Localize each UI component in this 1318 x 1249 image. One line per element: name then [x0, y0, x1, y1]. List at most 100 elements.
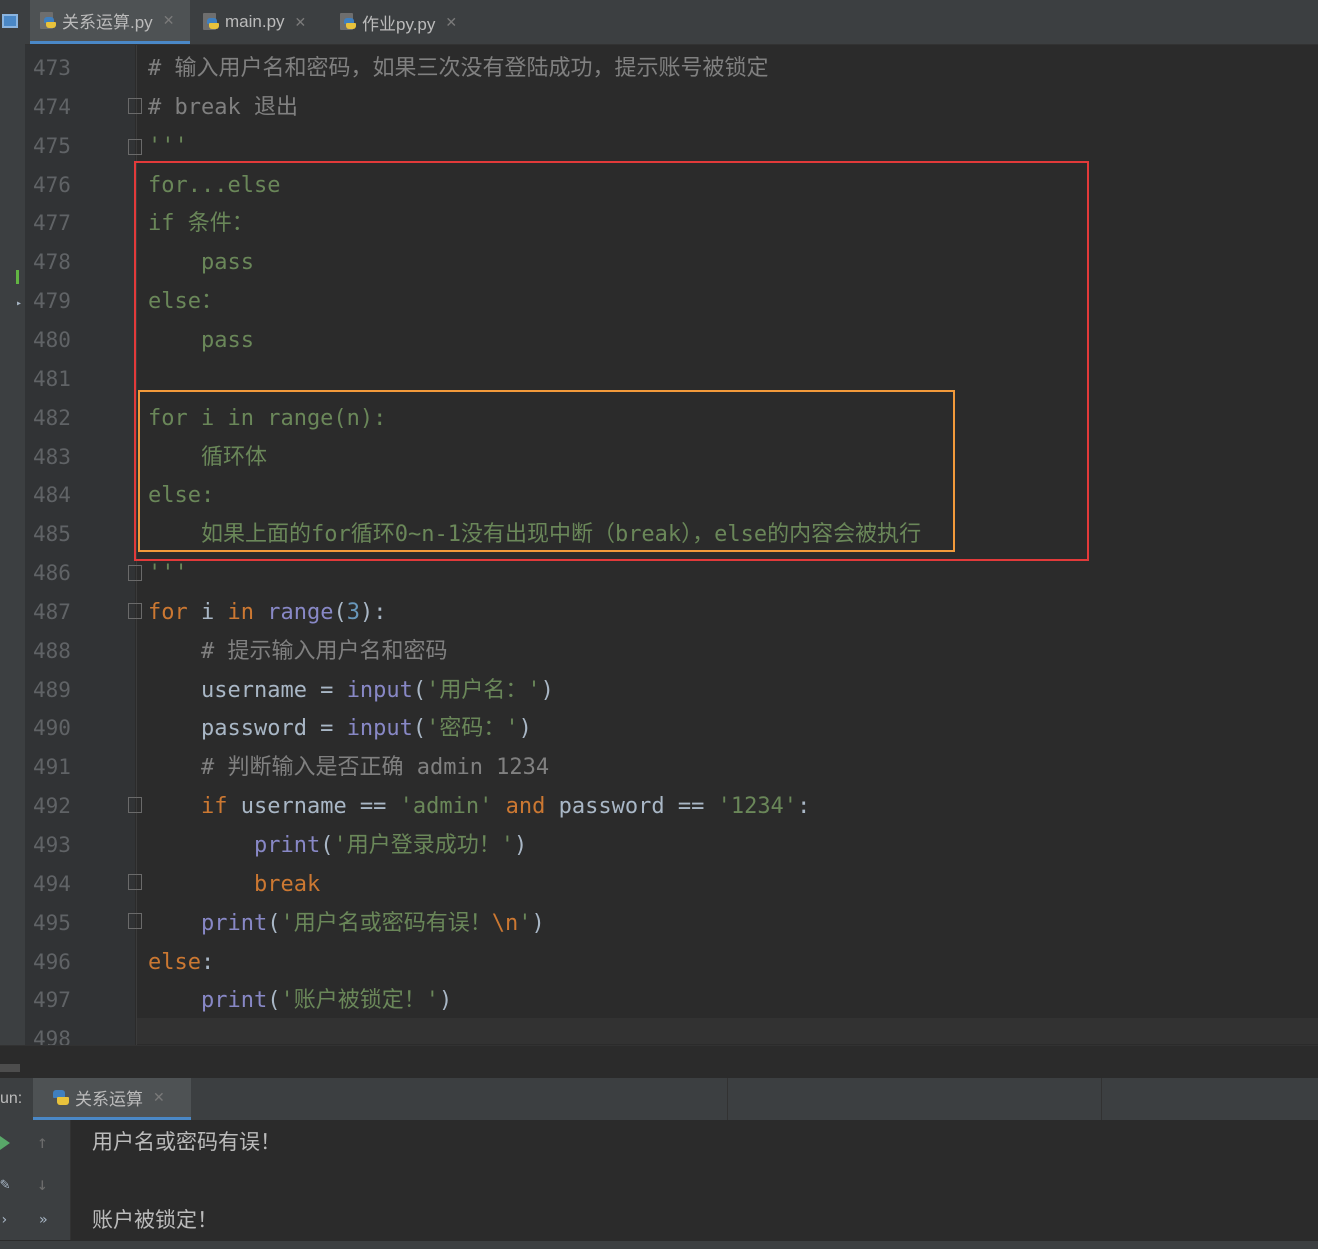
code-text: # 输入用户名和密码，如果三次没有登陆成功，提示账号被锁定 [148, 49, 769, 88]
close-icon[interactable]: ✕ [163, 12, 175, 29]
code-text: # 提示输入用户名和密码 [148, 632, 448, 671]
tab-homework[interactable]: 作业py.py ✕ [330, 0, 480, 44]
wrench-icon[interactable]: ✎ [0, 1174, 10, 1193]
run-tab[interactable]: 关系运算 ✕ [33, 1078, 191, 1120]
code-line[interactable]: 490 password = input('密码：') [0, 709, 1318, 748]
rerun-icon[interactable] [0, 1136, 10, 1150]
fold-marker-icon[interactable] [128, 913, 142, 929]
run-tab-label: 关系运算 [75, 1090, 143, 1109]
code-token: and [505, 794, 546, 820]
line-number: 482 [33, 405, 71, 430]
code-line[interactable]: 493 print('用户登录成功！') [0, 826, 1318, 865]
code-token: # 提示输入用户名和密码 [148, 638, 448, 664]
code-line[interactable]: 491 # 判断输入是否正确 admin 1234 [0, 748, 1318, 787]
code-token: ) [531, 910, 545, 936]
line-number: 484 [33, 483, 71, 508]
code-token: # 判断输入是否正确 admin 1234 [148, 755, 550, 781]
code-token: range [267, 599, 334, 625]
code-token: print [200, 988, 268, 1014]
run-label: un: [0, 1090, 23, 1107]
line-number: 480 [33, 327, 71, 352]
code-token: ): [359, 599, 387, 625]
fold-marker-icon[interactable] [128, 797, 142, 813]
code-token: '1234' [717, 794, 798, 820]
line-number: 495 [33, 910, 71, 935]
code-line[interactable]: 497 print('账户被锁定！') [0, 981, 1318, 1020]
close-icon[interactable]: ✕ [153, 1089, 165, 1106]
code-line[interactable]: 494 break [0, 865, 1318, 904]
horizontal-scrollbar[interactable] [0, 1045, 1318, 1076]
code-line[interactable]: 487 for i in range(3): [0, 593, 1318, 632]
line-number: 488 [33, 638, 71, 663]
code-token: password == [545, 794, 718, 820]
line-number: 483 [33, 444, 71, 469]
python-icon [53, 1089, 69, 1107]
line-number: 494 [33, 871, 71, 896]
tab-label: main.py [225, 12, 285, 31]
code-line[interactable]: 475 ''' [0, 127, 1318, 166]
code-token: break [253, 871, 321, 897]
divider [727, 1078, 728, 1120]
code-token: '用户登录成功！' [333, 833, 514, 858]
fold-marker-icon[interactable] [128, 874, 142, 890]
close-icon[interactable]: ✕ [295, 14, 307, 31]
code-line[interactable]: 496 else: [0, 943, 1318, 982]
code-text: if username == 'admin' and password == '… [148, 787, 810, 826]
code-token: password = [148, 716, 347, 742]
fold-marker-icon[interactable] [128, 565, 142, 581]
code-text: break [148, 865, 320, 904]
run-tools: ↑ ↓ » [25, 1120, 71, 1240]
code-line[interactable]: 474 # break 退出 [0, 88, 1318, 127]
line-number: 479 [33, 289, 71, 314]
code-token: # 输入用户名和密码，如果三次没有登陆成功，提示账号被锁定 [148, 56, 769, 81]
code-token: 'admin' [399, 794, 493, 820]
chevron-right-icon[interactable]: › [0, 1212, 8, 1228]
code-line[interactable]: 495 print('用户名或密码有误！\n') [0, 904, 1318, 943]
arrow-down-icon[interactable]: ↓ [37, 1174, 48, 1195]
line-number: 473 [33, 56, 71, 80]
code-token: ) [518, 716, 532, 742]
tab-main[interactable]: main.py ✕ [193, 0, 323, 44]
code-token: : [200, 949, 215, 975]
code-token: ) [438, 988, 453, 1014]
code-token: ''' [148, 133, 188, 159]
fold-marker-icon[interactable] [128, 603, 142, 619]
ide-window: ▸ 关系运算.py ✕ main.py ✕ 作业py.py ✕ 473 # 输入用… [0, 0, 1318, 1249]
project-icon[interactable] [2, 14, 18, 28]
code-token: username = [148, 677, 347, 703]
tab-label: 作业py.py [362, 14, 436, 34]
line-number: 491 [33, 755, 71, 780]
code-token: username == [227, 794, 400, 820]
inner-highlight-box [138, 390, 955, 552]
code-line[interactable]: 489 username = input('用户名：') [0, 671, 1318, 710]
output-line: 账户被锁定！ [92, 1208, 218, 1232]
more-icon[interactable]: » [39, 1212, 47, 1228]
python-file-icon [203, 13, 219, 31]
tab-relational-ops[interactable]: 关系运算.py ✕ [30, 0, 190, 44]
fold-marker-icon[interactable] [128, 139, 142, 155]
arrow-up-icon[interactable]: ↑ [37, 1132, 48, 1153]
code-token: ( [267, 910, 281, 936]
close-icon[interactable]: ✕ [445, 14, 457, 31]
fold-marker-icon[interactable] [128, 98, 142, 114]
code-line[interactable]: 488 # 提示输入用户名和密码 [0, 632, 1318, 671]
code-line[interactable]: 492 if username == 'admin' and password … [0, 787, 1318, 826]
code-token: ( [320, 833, 334, 858]
line-number: 478 [33, 250, 71, 275]
line-number: 475 [33, 133, 71, 158]
code-token: ) [540, 677, 554, 703]
line-number: 493 [33, 833, 71, 857]
scrollbar-thumb[interactable] [0, 1064, 20, 1072]
code-token: ( [267, 988, 281, 1014]
code-line[interactable]: 473 # 输入用户名和密码，如果三次没有登陆成功，提示账号被锁定 [0, 49, 1318, 88]
code-text: username = input('用户名：') [148, 671, 554, 710]
output-line: 用户名或密码有误！ [92, 1130, 281, 1154]
line-number: 492 [33, 794, 71, 819]
code-token: input [346, 677, 413, 703]
code-text: print('用户名或密码有误！\n') [148, 904, 545, 943]
run-panel-header: un: 关系运算 ✕ [0, 1077, 1318, 1121]
code-token: in [227, 599, 255, 625]
